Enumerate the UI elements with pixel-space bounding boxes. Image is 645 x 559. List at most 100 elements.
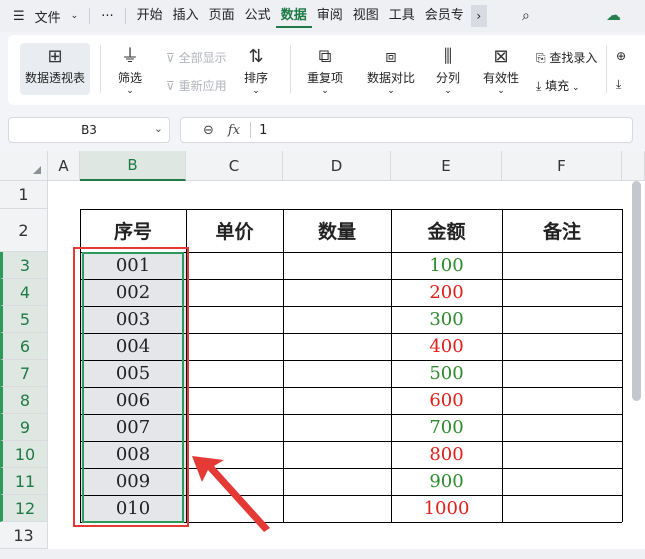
column-header-c[interactable]: C [186, 151, 283, 181]
amount-cell[interactable]: 600 [391, 387, 502, 414]
column-header-d[interactable]: D [283, 151, 391, 181]
filter-label: 筛选 [117, 71, 142, 85]
chevron-down-icon[interactable]: ⌄ [66, 11, 84, 21]
menu-bar: ☰ 文件 ⌄ ··· 开始 插入 页面 公式 数据 审阅 视图 工具 会员专 › ⌕ ☁ [0, 0, 645, 32]
row-header-13[interactable]: 13 [0, 522, 48, 549]
tab-4[interactable]: 数据 [275, 4, 312, 28]
more-icon[interactable]: ··· [96, 9, 118, 24]
sort-button[interactable]: ⇅ 排序 ⌄ [234, 45, 278, 96]
compare-button[interactable]: ⧈ 数据对比 ⌄ [358, 45, 424, 96]
table-border [622, 209, 623, 522]
ribbon-divider [606, 45, 607, 93]
table-header-cell[interactable]: 金额 [391, 209, 502, 252]
pivot-table-group[interactable]: ⊞ 数据透视表 [20, 45, 90, 86]
highlight-box [73, 247, 189, 527]
column-header-b[interactable]: B [80, 151, 186, 181]
row-header-5[interactable]: 5 [0, 306, 48, 333]
reapply-button[interactable]: ⊽ 重新应用 [166, 77, 227, 94]
column-header-e[interactable]: E [391, 151, 502, 181]
row-header-3[interactable]: 3 [0, 252, 48, 279]
pivot-table-icon: ⊞ [47, 46, 63, 67]
spreadsheet-grid[interactable]: A B C D E F 1 2 3 4 5 6 7 8 9 10 11 12 13 序号 单价 数量 金额 备注 001 100 0… [0, 151, 645, 559]
function-icon[interactable]: fx [228, 123, 240, 138]
split-columns-icon: ⫼ [443, 46, 453, 67]
column-header-a[interactable]: A [48, 151, 80, 181]
arrow-shape [192, 456, 270, 532]
cloud-sync-icon[interactable]: ☁ [606, 6, 621, 24]
row-header-2[interactable]: 2 [0, 209, 48, 252]
row-header-10[interactable]: 10 [0, 441, 48, 468]
hamburger-icon[interactable]: ☰ [8, 9, 30, 24]
tab-8[interactable]: 会员专 [420, 4, 469, 28]
amount-cell[interactable]: 700 [391, 414, 502, 441]
table-header-cell[interactable]: 数量 [283, 209, 391, 252]
formula-value[interactable]: 1 [259, 123, 267, 138]
pivot-table-label: 数据透视表 [24, 71, 85, 85]
down-icon[interactable]: ⤓ [616, 77, 621, 92]
duplicates-button[interactable]: ⧉ 重复项 ⌄ [298, 45, 352, 96]
compare-label: 数据对比 [366, 71, 415, 85]
table-header-cell[interactable]: 备注 [502, 209, 622, 252]
annotation-arrow [192, 456, 270, 532]
column-header-filler [622, 151, 645, 181]
row-header-4[interactable]: 4 [0, 279, 48, 306]
amount-cell[interactable]: 900 [391, 468, 502, 495]
tab-overflow-button[interactable]: › [470, 5, 487, 27]
tab-1[interactable]: 插入 [168, 4, 204, 28]
row-header-9[interactable]: 9 [0, 414, 48, 441]
validity-button[interactable]: ⊠ 有效性 ⌄ [474, 45, 528, 96]
formula-divider [250, 122, 252, 138]
show-all-label: 全部显示 [178, 51, 227, 65]
select-all-corner[interactable] [0, 151, 48, 181]
ribbon-divider [290, 45, 291, 93]
tab-6[interactable]: 视图 [348, 4, 384, 28]
amount-cell[interactable]: 400 [391, 333, 502, 360]
table-header-cell[interactable]: 单价 [186, 209, 283, 252]
duplicates-icon: ⧉ [318, 46, 332, 67]
amount-cell[interactable]: 100 [391, 252, 502, 279]
sort-icon: ⇅ [248, 46, 264, 67]
amount-cell[interactable]: 300 [391, 306, 502, 333]
table-border [502, 209, 503, 522]
row-header-12[interactable]: 12 [0, 495, 48, 522]
tab-7[interactable]: 工具 [384, 4, 420, 28]
validity-label: 有效性 [482, 71, 519, 85]
tab-5[interactable]: 审阅 [312, 4, 348, 28]
row-header-6[interactable]: 6 [0, 333, 48, 360]
row-header-7[interactable]: 7 [0, 360, 48, 387]
split-label: 分列 [435, 71, 460, 85]
formula-bar[interactable]: ⊖ fx 1 [180, 117, 633, 143]
reapply-label: 重新应用 [178, 79, 227, 93]
amount-cell[interactable]: 200 [391, 279, 502, 306]
row-header-11[interactable]: 11 [0, 468, 48, 495]
ribbon-toolbar: ⊞ 数据透视表 ⏚ 筛选 ⌄ ⊽ 全部显示 ⊽ 重新应用 ⇅ 排序 ⌄ ⧉ 重复项 ⌄… [8, 35, 645, 105]
table-header-cell[interactable]: 序号 [80, 209, 186, 252]
row-header-1[interactable]: 1 [0, 181, 48, 209]
tab-3[interactable]: 公式 [240, 4, 276, 28]
tab-0[interactable]: 开始 [132, 4, 168, 28]
name-box[interactable]: B3 ⌄ [8, 117, 170, 143]
fill-button[interactable]: ⤓ 填充 ⌄ [536, 77, 580, 94]
cell-reference: B3 [81, 123, 97, 137]
ribbon-divider [100, 45, 101, 93]
split-button[interactable]: ⫼ 分列 ⌄ [426, 45, 470, 96]
tab-2[interactable]: 页面 [204, 4, 240, 28]
menu-divider [89, 8, 91, 24]
find-entry-button[interactable]: ⎘ 查找录入 [536, 49, 597, 66]
amount-cell[interactable]: 1000 [391, 495, 502, 522]
filter-icon: ⏚ [121, 46, 139, 67]
menu-divider [124, 8, 126, 24]
vertical-scrollbar[interactable] [632, 181, 641, 401]
column-header-f[interactable]: F [502, 151, 622, 181]
zoom-icon[interactable]: ⊖ [203, 123, 214, 138]
search-icon[interactable]: ⌕ [522, 8, 530, 24]
menu-file[interactable]: 文件 [30, 7, 66, 26]
merge-icon[interactable]: ⊕ [616, 49, 626, 63]
compare-icon: ⧈ [385, 46, 397, 67]
filter-button[interactable]: ⏚ 筛选 ⌄ [108, 45, 152, 96]
amount-cell[interactable]: 500 [391, 360, 502, 387]
show-all-button[interactable]: ⊽ 全部显示 [166, 49, 227, 66]
chevron-down-icon[interactable]: ⌄ [154, 122, 163, 135]
amount-cell[interactable]: 800 [391, 441, 502, 468]
row-header-8[interactable]: 8 [0, 387, 48, 414]
